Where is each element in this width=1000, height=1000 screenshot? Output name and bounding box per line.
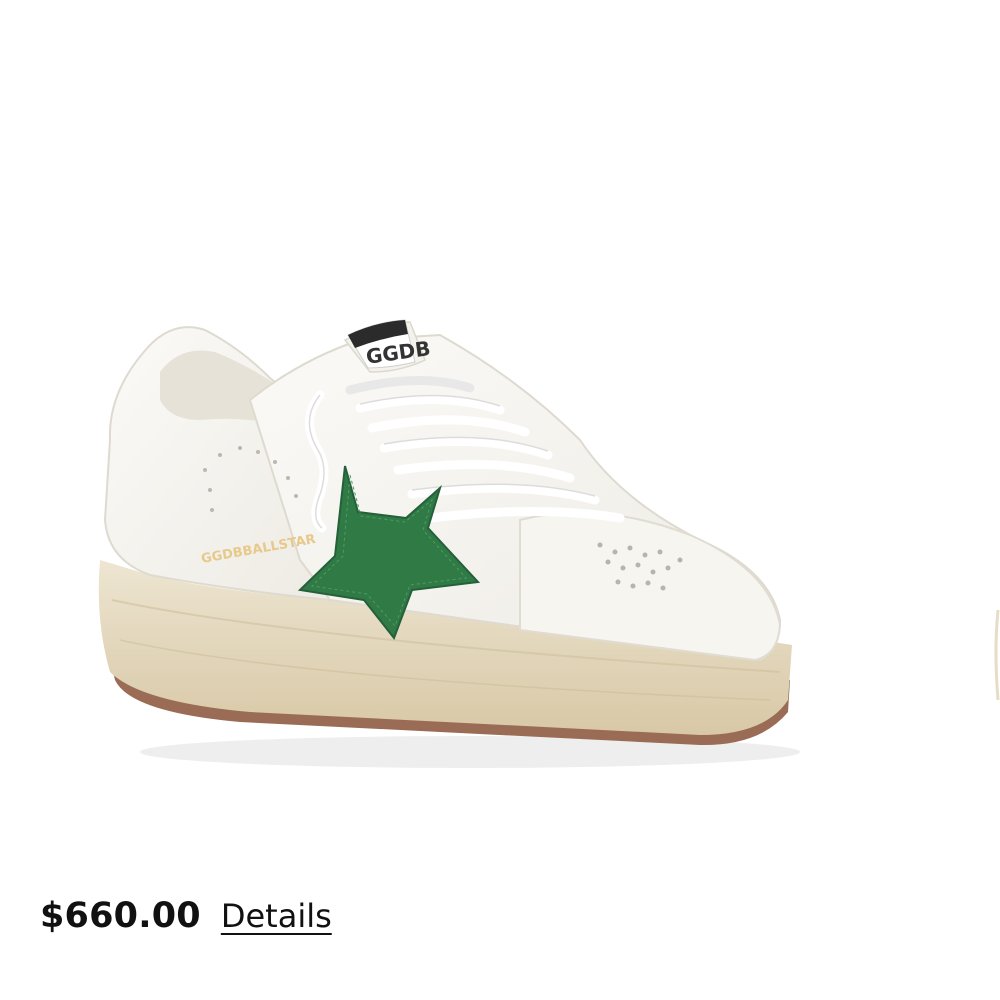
price: $660.00	[40, 896, 201, 936]
next-card-edge	[994, 610, 1000, 700]
price-row: $660.00 Details	[40, 896, 332, 952]
details-link[interactable]: Details	[221, 897, 332, 935]
product-card: GGDB GGDBBALLSTAR $660.00 Details	[0, 0, 1000, 1000]
product-image[interactable]: GGDB GGDBBALLSTAR	[0, 0, 1000, 880]
sneaker-illustration: GGDB GGDBBALLSTAR	[98, 319, 800, 768]
